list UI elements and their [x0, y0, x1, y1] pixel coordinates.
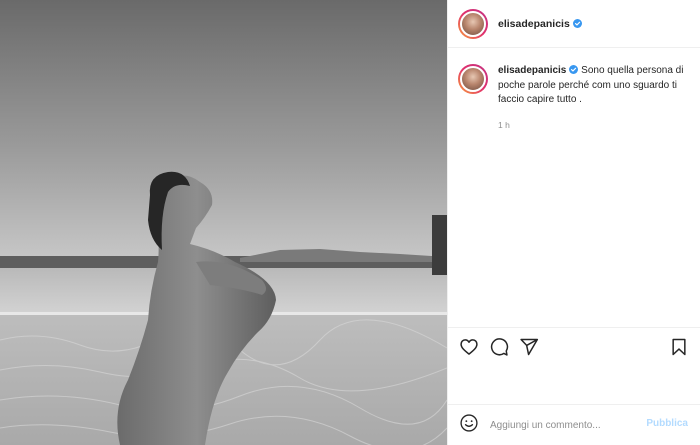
post-timestamp[interactable]: 1 h	[498, 120, 510, 130]
caption-avatar[interactable]	[458, 64, 488, 94]
post-header: elisadepanicis	[448, 0, 700, 48]
post-caption: elisadepanicis Sono quella persona di po…	[458, 64, 694, 108]
bookmark-icon[interactable]	[668, 336, 690, 358]
comment-input[interactable]	[490, 419, 640, 431]
publish-button[interactable]: Pubblica	[646, 418, 688, 429]
comment-icon[interactable]	[488, 336, 510, 358]
heart-icon[interactable]	[458, 336, 480, 358]
caption-username[interactable]: elisadepanicis	[498, 65, 566, 76]
caption-verified-badge-icon	[569, 65, 579, 74]
post-actions	[448, 336, 700, 360]
avatar[interactable]	[458, 8, 488, 39]
avatar-image	[460, 10, 486, 37]
instagram-post-modal: elisadepanicis elisadepanicis Sono quell…	[0, 0, 700, 445]
paper-plane-icon[interactable]	[518, 336, 540, 358]
header-username[interactable]: elisadepanicis	[498, 18, 582, 30]
header-username-text[interactable]: elisadepanicis	[498, 18, 570, 30]
smiley-icon[interactable]	[459, 413, 479, 438]
comment-bar: Pubblica	[448, 405, 700, 445]
verified-badge-icon	[572, 18, 582, 28]
caption-text-block: elisadepanicis Sono quella persona di po…	[498, 64, 694, 108]
caption-avatar-image	[460, 66, 486, 92]
post-photo[interactable]	[0, 0, 447, 445]
post-side-panel: elisadepanicis elisadepanicis Sono quell…	[448, 0, 700, 445]
actions-divider	[448, 327, 700, 328]
